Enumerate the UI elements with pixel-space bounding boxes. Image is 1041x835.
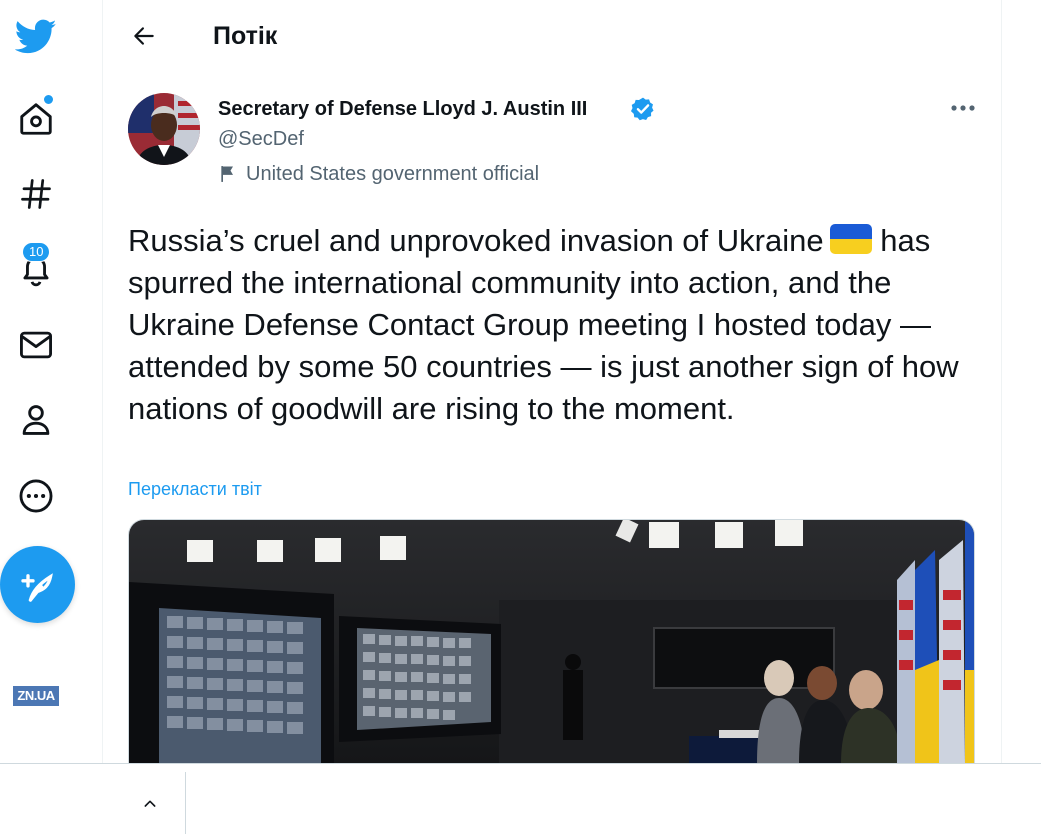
scroll-up-button[interactable] [134, 788, 166, 820]
hashtag-icon [21, 179, 51, 209]
twitter-bird-icon [15, 19, 57, 54]
nav-messages[interactable] [14, 323, 58, 367]
chevron-up-icon [144, 800, 156, 807]
ukraine-flag-emoji [829, 224, 872, 254]
government-label-text: United States government official [246, 163, 540, 185]
profile-icon [22, 405, 50, 435]
tweet-photo[interactable] [128, 519, 975, 763]
left-sidebar: 10 ZN.UA [0, 0, 102, 763]
compose-tweet-button[interactable] [0, 546, 75, 623]
twitter-logo-link[interactable] [14, 15, 58, 59]
verified-badge-icon [630, 97, 654, 121]
home-unread-dot [43, 94, 54, 105]
page-title: Потік [213, 22, 278, 50]
tweet-text: Russia’s cruel and unprovoked invasion o… [128, 220, 968, 430]
author-name[interactable]: Secretary of Defense Lloyd J. Austin III [218, 96, 587, 122]
tweet-text-part-1: Russia’s cruel and unprovoked invasion o… [128, 223, 824, 258]
bottom-bar-divider [185, 772, 186, 834]
nav-notifications[interactable]: 10 [14, 242, 58, 292]
envelope-icon [20, 331, 52, 359]
flag-icon [221, 166, 233, 182]
home-icon [20, 103, 52, 135]
nav-profile[interactable] [14, 398, 58, 442]
back-arrow-icon [134, 27, 154, 45]
nav-explore[interactable] [14, 172, 58, 216]
nav-more[interactable] [14, 474, 58, 518]
verified-badge [630, 96, 656, 127]
author-avatar[interactable] [128, 93, 200, 165]
column-divider-right [1001, 0, 1002, 763]
more-horizontal-icon [951, 105, 975, 111]
translate-tweet-link[interactable]: Перекласти твіт [128, 478, 262, 500]
column-divider-left [102, 0, 103, 763]
nav-home[interactable] [14, 94, 58, 141]
tweet-more-button[interactable] [946, 92, 980, 124]
notifications-count-badge: 10 [22, 242, 51, 262]
zn-ua-watermark-logo: ZN.UA [13, 686, 59, 706]
government-label[interactable]: United States government official [218, 161, 539, 187]
author-handle[interactable]: @SecDef [218, 127, 304, 151]
back-button[interactable] [124, 16, 164, 56]
compose-feather-icon [20, 572, 53, 602]
more-circle-icon [19, 479, 53, 513]
